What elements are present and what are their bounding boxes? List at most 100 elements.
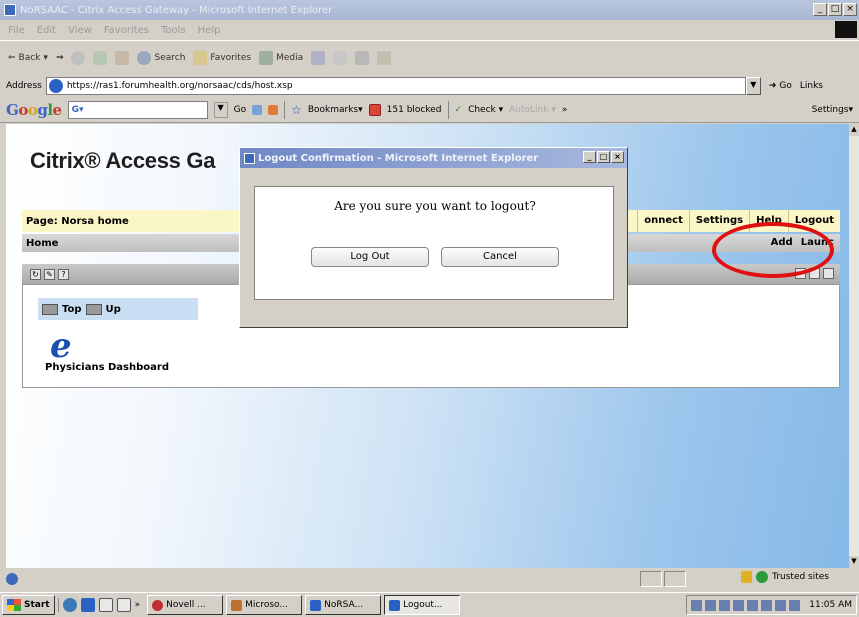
- nav-reconnect[interactable]: onnect: [637, 210, 689, 232]
- google-news-icon[interactable]: [268, 104, 279, 115]
- menu-edit[interactable]: Edit: [37, 25, 56, 36]
- stop-icon[interactable]: [71, 51, 86, 65]
- taskbar-item[interactable]: NoRSA...: [305, 595, 382, 615]
- more-button[interactable]: »: [562, 105, 568, 115]
- go-label: Go: [779, 81, 792, 91]
- refresh-icon[interactable]: ↻: [30, 268, 41, 280]
- tray-icon[interactable]: [733, 599, 745, 611]
- window-icon[interactable]: [116, 598, 131, 612]
- application-label[interactable]: Physicians Dashboard: [45, 362, 169, 373]
- ie-icon[interactable]: [80, 598, 95, 612]
- taskbar-item[interactable]: Microso...: [226, 595, 303, 615]
- menu-file[interactable]: File: [8, 25, 25, 36]
- minimize-button[interactable]: _: [813, 3, 827, 16]
- edit-icon[interactable]: ✎: [44, 268, 55, 280]
- ie-icon: [310, 599, 322, 611]
- edit-icon[interactable]: [377, 51, 392, 65]
- google-search-input[interactable]: G▾: [67, 100, 208, 119]
- close-button[interactable]: ×: [843, 3, 857, 16]
- tray-icon[interactable]: [719, 599, 731, 611]
- quick-launch-icon[interactable]: [62, 598, 77, 612]
- back-label: Back: [18, 53, 41, 63]
- scroll-up-arrow[interactable]: ▲: [849, 124, 859, 136]
- history-icon[interactable]: [311, 51, 326, 65]
- taskbar-item-label: Novell ...: [166, 600, 206, 610]
- start-button[interactable]: Start: [2, 595, 55, 615]
- desktop-icon[interactable]: [98, 598, 113, 612]
- address-dropdown-button[interactable]: ▼: [745, 77, 761, 95]
- links-button[interactable]: Links: [800, 81, 823, 91]
- tray-icon[interactable]: [705, 599, 717, 611]
- tray-icon[interactable]: [747, 599, 759, 611]
- dialog-minimize-button[interactable]: _: [583, 151, 596, 163]
- ie-page-icon: [48, 79, 63, 93]
- highlight-circle-annotation: [712, 222, 834, 278]
- tray-icon[interactable]: [789, 599, 801, 611]
- tray-icon[interactable]: [761, 599, 773, 611]
- media-button[interactable]: Media: [259, 51, 303, 65]
- address-input[interactable]: https://ras1.forumhealth.org/norsaac/cds…: [45, 77, 746, 95]
- spellcheck-icon: ✓: [454, 104, 463, 115]
- menu-tools[interactable]: Tools: [161, 25, 186, 36]
- bookmarks-button[interactable]: Bookmarks▾: [308, 105, 363, 115]
- dialog-close-button[interactable]: ×: [611, 151, 624, 163]
- dialog-title: Logout Confirmation - Microsoft Internet…: [258, 152, 539, 164]
- cancel-button[interactable]: Cancel: [441, 247, 559, 267]
- google-logo: Google: [6, 100, 62, 119]
- address-url: https://ras1.forumhealth.org/norsaac/cds…: [66, 81, 293, 91]
- window-controls: _ □ ×: [813, 3, 857, 16]
- menu-favorites[interactable]: Favorites: [104, 25, 149, 36]
- toolbar-separator: [284, 100, 286, 119]
- favorites-button[interactable]: Favorites: [193, 51, 251, 65]
- address-label: Address: [6, 81, 42, 91]
- dialog-title-bar: Logout Confirmation - Microsoft Internet…: [240, 148, 627, 168]
- tray-icon[interactable]: [691, 599, 703, 611]
- favorites-label: Favorites: [210, 53, 252, 63]
- start-label: Start: [24, 600, 50, 610]
- dialog-body: Are you sure you want to logout? Log Out…: [254, 186, 614, 300]
- google-web-icon[interactable]: [252, 104, 263, 115]
- ie-window-icon: [4, 4, 16, 16]
- search-button[interactable]: Search: [137, 51, 185, 65]
- refresh-icon[interactable]: [93, 51, 108, 65]
- back-button[interactable]: ⇐ Back ▾: [8, 53, 48, 63]
- vertical-scrollbar[interactable]: ▲ ▼: [849, 124, 859, 568]
- home-tab[interactable]: Home: [26, 238, 58, 249]
- check-button[interactable]: Check ▾: [468, 105, 503, 115]
- maximize-button[interactable]: □: [828, 3, 842, 16]
- tray-icon[interactable]: [775, 599, 787, 611]
- taskbar-item[interactable]: Novell ...: [147, 595, 224, 615]
- go-button[interactable]: ➜ Go: [769, 81, 792, 91]
- address-bar: Address https://ras1.forumhealth.org/nor…: [0, 75, 859, 97]
- help-icon[interactable]: ?: [58, 268, 69, 280]
- google-go-button[interactable]: Go: [234, 105, 246, 115]
- folder-up-link[interactable]: Up: [106, 304, 121, 315]
- more-icon[interactable]: »: [135, 600, 141, 610]
- menu-view[interactable]: View: [68, 25, 92, 36]
- taskbar-item-label: Logout...: [403, 600, 443, 610]
- scroll-down-arrow[interactable]: ▼: [849, 556, 859, 568]
- quick-launch: »: [57, 598, 145, 612]
- status-cell: [640, 571, 662, 587]
- logout-button[interactable]: Log Out: [311, 247, 429, 267]
- page-status-icon: [6, 573, 18, 585]
- internet-explorer-icon[interactable]: e: [50, 329, 84, 363]
- media-icon: [259, 51, 274, 65]
- star-icon: ☆: [291, 102, 302, 117]
- menu-help[interactable]: Help: [198, 25, 221, 36]
- forward-button[interactable]: ⇒: [56, 53, 64, 63]
- security-zone: Trusted sites: [741, 571, 829, 583]
- panel-close-icon[interactable]: [823, 268, 834, 279]
- autolink-button[interactable]: AutoLink ▾: [509, 105, 556, 115]
- mail-icon[interactable]: [333, 51, 348, 65]
- popup-blocked-count[interactable]: 151 blocked: [387, 105, 442, 115]
- print-icon[interactable]: [355, 51, 370, 65]
- google-search-dropdown[interactable]: ▼: [213, 101, 228, 118]
- google-settings-button[interactable]: Settings▾: [812, 105, 853, 115]
- taskbar-item-active[interactable]: Logout...: [384, 595, 461, 615]
- dialog-window-controls: _ □ ×: [583, 151, 624, 163]
- home-icon[interactable]: [115, 51, 130, 65]
- chevron-down-icon: ▾: [43, 53, 48, 63]
- folder-top-link[interactable]: Top: [62, 304, 82, 315]
- dialog-maximize-button[interactable]: □: [597, 151, 610, 163]
